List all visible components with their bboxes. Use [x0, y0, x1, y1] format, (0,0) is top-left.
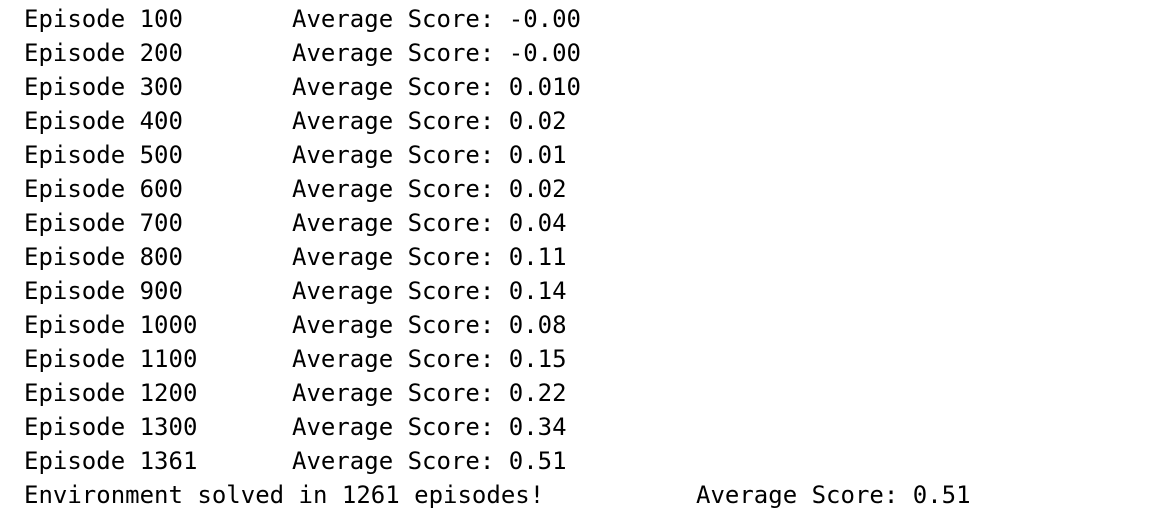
episode-label: Episode 800 — [24, 243, 183, 271]
log-line: Episode 1300 Average Score: 0.34 — [24, 410, 971, 444]
average-score: Average Score: 0.34 — [292, 413, 567, 441]
average-score: Average Score: 0.15 — [292, 345, 567, 373]
summary-line: Environment solved in 1261 episodes! Ave… — [24, 478, 971, 512]
episode-label: Episode 200 — [24, 39, 183, 67]
log-line: Episode 100 Average Score: -0.00 — [24, 2, 971, 36]
episode-label: Episode 500 — [24, 141, 183, 169]
log-line: Episode 500 Average Score: 0.01 — [24, 138, 971, 172]
log-line: Episode 1100 Average Score: 0.15 — [24, 342, 971, 376]
average-score: Average Score: 0.01 — [292, 141, 567, 169]
log-line: Episode 1200 Average Score: 0.22 — [24, 376, 971, 410]
average-score: Average Score: 0.010 — [292, 73, 581, 101]
episode-label: Episode 1200 — [24, 379, 198, 407]
average-score: Average Score: 0.11 — [292, 243, 567, 271]
episode-label: Episode 100 — [24, 5, 183, 33]
log-line: Episode 400 Average Score: 0.02 — [24, 104, 971, 138]
average-score: Average Score: 0.02 — [292, 107, 567, 135]
average-score: Average Score: 0.22 — [292, 379, 567, 407]
episode-label: Episode 1100 — [24, 345, 198, 373]
episode-label: Episode 600 — [24, 175, 183, 203]
solved-message: Environment solved in 1261 episodes! — [24, 481, 545, 509]
log-line: Episode 800 Average Score: 0.11 — [24, 240, 971, 274]
console-output: Episode 100 Average Score: -0.00 Episode… — [24, 2, 971, 512]
final-average-score: Average Score: 0.51 — [696, 481, 971, 509]
average-score: Average Score: 0.08 — [292, 311, 567, 339]
log-line: Episode 700 Average Score: 0.04 — [24, 206, 971, 240]
episode-label: Episode 1361 — [24, 447, 198, 475]
episode-label: Episode 1300 — [24, 413, 198, 441]
episode-label: Episode 1000 — [24, 311, 198, 339]
average-score: Average Score: -0.00 — [292, 39, 581, 67]
average-score: Average Score: -0.00 — [292, 5, 581, 33]
episode-label: Episode 300 — [24, 73, 183, 101]
episode-label: Episode 700 — [24, 209, 183, 237]
log-line: Episode 900 Average Score: 0.14 — [24, 274, 971, 308]
average-score: Average Score: 0.51 — [292, 447, 567, 475]
log-line: Episode 300 Average Score: 0.010 — [24, 70, 971, 104]
log-line: Episode 600 Average Score: 0.02 — [24, 172, 971, 206]
episode-label: Episode 900 — [24, 277, 183, 305]
average-score: Average Score: 0.04 — [292, 209, 567, 237]
log-line: Episode 1000 Average Score: 0.08 — [24, 308, 971, 342]
log-line: Episode 1361 Average Score: 0.51 — [24, 444, 971, 478]
log-line: Episode 200 Average Score: -0.00 — [24, 36, 971, 70]
average-score: Average Score: 0.14 — [292, 277, 567, 305]
average-score: Average Score: 0.02 — [292, 175, 567, 203]
episode-label: Episode 400 — [24, 107, 183, 135]
